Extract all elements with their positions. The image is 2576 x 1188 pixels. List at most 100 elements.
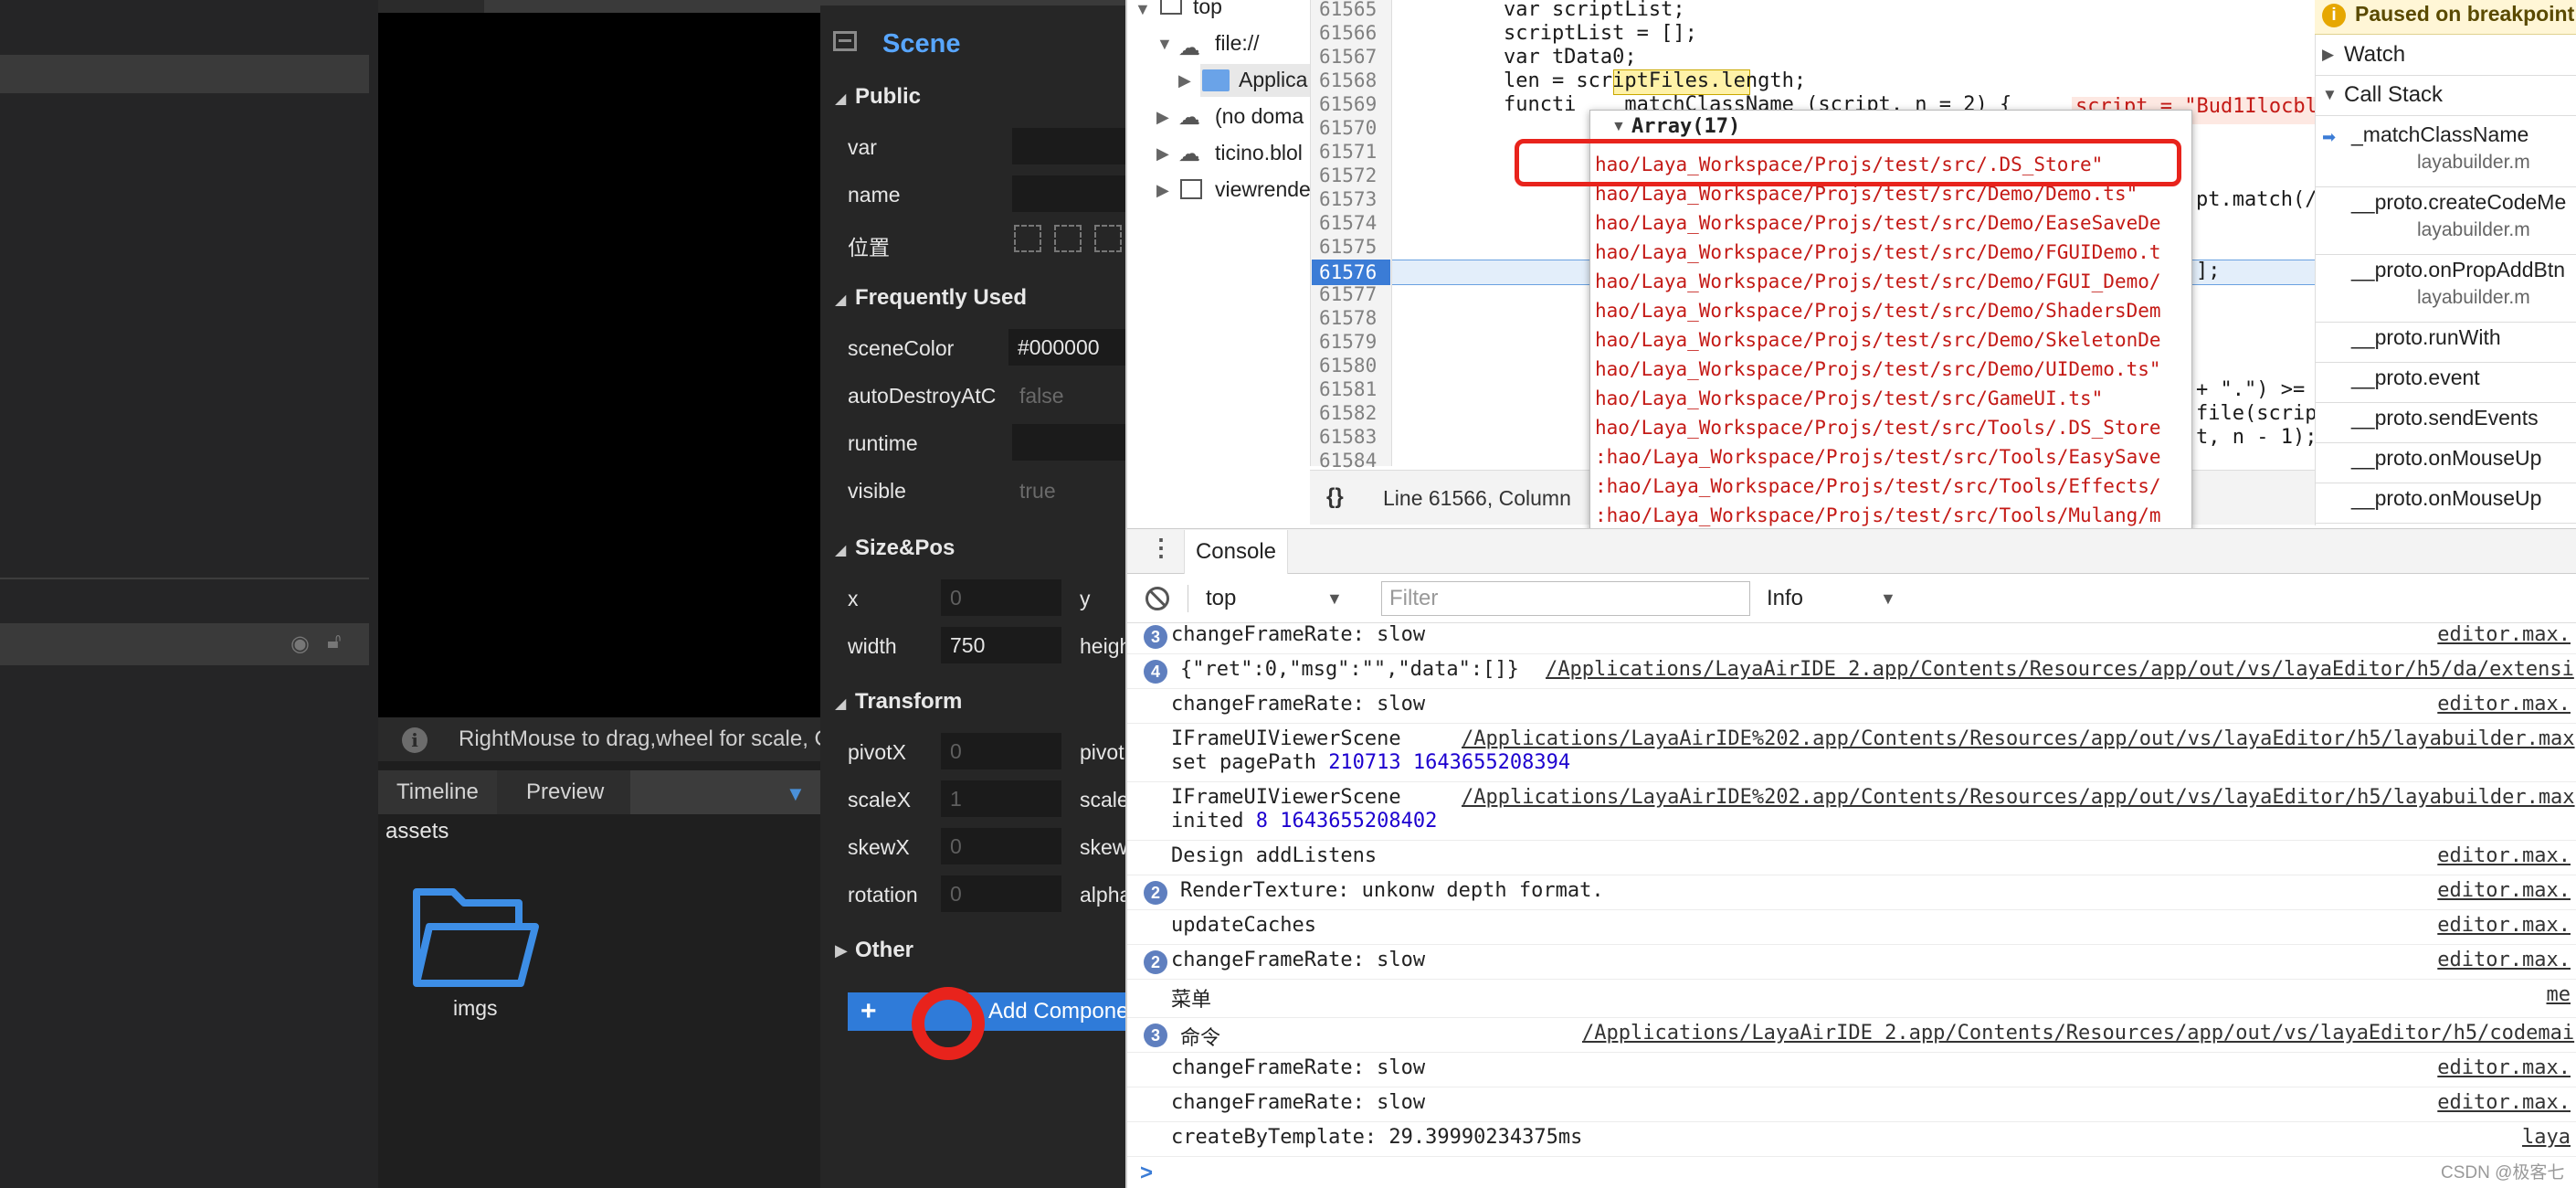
source-link[interactable]: /Applications/LayaAirIDE 2.app/Contents/…	[1546, 658, 2574, 681]
source-link[interactable]: /Applications/LayaAirIDE%202.app/Content…	[1462, 786, 2575, 809]
section-arrow-icon[interactable]: ◢	[835, 695, 846, 713]
array-item[interactable]: hao/Laya_Workspace/Projs/test/src/Demo/S…	[1595, 329, 2161, 351]
line-number[interactable]: 61584	[1319, 450, 1377, 472]
source-link[interactable]: editor.max.	[2437, 844, 2571, 867]
line-number[interactable]: 61566	[1319, 22, 1377, 44]
source-link[interactable]: editor.max.	[2437, 1091, 2571, 1114]
scene-color-field[interactable]: #000000	[1008, 329, 1125, 366]
expand-arrow-icon[interactable]: ▶	[1156, 144, 1169, 164]
line-number[interactable]: 61578	[1319, 307, 1377, 329]
call-frame[interactable]: __proto.onPropAddBtn	[2351, 258, 2565, 282]
more-options-icon[interactable]: ⋮	[1149, 534, 1173, 562]
pretty-print-icon[interactable]: {}	[1326, 484, 1344, 510]
expand-arrow-icon[interactable]: ▶	[1156, 108, 1169, 127]
breakpoint-line-number[interactable]: 61576	[1312, 260, 1390, 285]
name-field[interactable]	[1012, 175, 1125, 212]
line-number[interactable]: 61583	[1319, 426, 1377, 448]
x-field[interactable]: 0	[941, 579, 1061, 616]
tab-console[interactable]: Console	[1184, 530, 1288, 574]
var-field[interactable]	[1012, 128, 1125, 164]
tree-item-file[interactable]: file://	[1215, 31, 1260, 56]
expand-arrow-icon[interactable]: ▶	[1178, 71, 1191, 90]
dropdown-arrow-icon[interactable]: ▼	[1326, 581, 1343, 616]
hierarchy-row-selected[interactable]	[0, 55, 369, 93]
call-frame[interactable]: _matchClassName	[2351, 122, 2528, 147]
section-arrow-icon[interactable]: ◢	[835, 541, 846, 559]
call-frame[interactable]: __proto.event	[2351, 366, 2480, 390]
scene-viewport[interactable]	[378, 0, 820, 717]
align-center-icon[interactable]	[1054, 225, 1082, 252]
source-link[interactable]: me	[2547, 983, 2571, 1006]
array-item[interactable]: hao/Laya_Workspace/Projs/test/src/Demo/E…	[1595, 212, 2161, 234]
dropdown-arrow-icon[interactable]: ▼	[1880, 581, 1896, 616]
expand-arrow-icon[interactable]: ▼	[1611, 119, 1626, 135]
runtime-field[interactable]	[1012, 424, 1125, 461]
console-row[interactable]	[1127, 910, 2576, 945]
line-number[interactable]: 61579	[1319, 331, 1377, 353]
console-row[interactable]	[1127, 980, 2576, 1018]
line-number[interactable]: 61573	[1319, 188, 1377, 210]
expand-arrow-icon[interactable]: ▶	[1156, 181, 1169, 200]
tab-timeline[interactable]: Timeline	[378, 770, 497, 814]
tab-preview[interactable]: Preview	[508, 770, 622, 814]
align-left-icon[interactable]	[1014, 225, 1041, 252]
array-item[interactable]: hao/Laya_Workspace/Projs/test/src/Demo/F…	[1595, 241, 2161, 263]
auto-destroy-value[interactable]: false	[1019, 384, 1064, 408]
tree-item-app[interactable]: Applica	[1239, 68, 1307, 92]
tree-item-top[interactable]: top	[1193, 0, 1222, 19]
tree-item-no-domain[interactable]: (no doma	[1215, 104, 1304, 129]
call-frame[interactable]: __proto.runWith	[2351, 325, 2501, 350]
array-item[interactable]: hao/Laya_Workspace/Projs/test/src/GameUI…	[1595, 387, 2103, 409]
source-link[interactable]: editor.max.	[2437, 623, 2571, 646]
call-frame[interactable]: __proto.createCodeMe	[2351, 190, 2566, 215]
width-field[interactable]: 750	[941, 627, 1061, 663]
line-number[interactable]: 61569	[1319, 93, 1377, 115]
array-item[interactable]: hao/Laya_Workspace/Projs/test/src/Demo/F…	[1595, 270, 2161, 292]
source-link[interactable]: editor.max.	[2437, 949, 2571, 971]
call-frame-file[interactable]: layabuilder.m	[2417, 287, 2530, 309]
section-other[interactable]: Other	[855, 938, 913, 963]
array-item[interactable]: hao/Laya_Workspace/Projs/test/src/Demo/U…	[1595, 358, 2161, 380]
section-arrow-icon[interactable]: ◢	[835, 291, 846, 309]
expand-arrow-icon[interactable]: ▶	[2322, 46, 2334, 64]
array-item[interactable]: :hao/Laya_Workspace/Projs/test/src/Tools…	[1595, 446, 2161, 468]
line-number[interactable]: 61567	[1319, 46, 1377, 68]
rotation-field[interactable]: 0	[941, 875, 1061, 912]
call-frame-file[interactable]: layabuilder.m	[2417, 219, 2530, 241]
call-frame[interactable]: __proto.onMouseUp	[2351, 446, 2541, 471]
lock-icon[interactable]: 🔓︎	[327, 629, 342, 654]
line-number[interactable]: 61568	[1319, 69, 1377, 91]
line-number[interactable]: 61574	[1319, 212, 1377, 234]
call-frame[interactable]: __proto.sendEvents	[2351, 406, 2539, 430]
collapse-icon[interactable]	[833, 31, 857, 51]
skewx-field[interactable]: 0	[941, 828, 1061, 864]
eye-icon[interactable]: ◉	[290, 631, 310, 657]
section-frequently-used[interactable]: Frequently Used	[855, 285, 1027, 311]
source-link[interactable]: editor.max.	[2437, 879, 2571, 902]
dropdown-arrow-icon[interactable]: ▼	[786, 782, 806, 806]
expand-arrow-icon[interactable]: ▼	[1135, 0, 1151, 19]
call-stack-section[interactable]: Call Stack	[2344, 82, 2443, 108]
section-arrow-icon[interactable]: ▶	[835, 941, 848, 960]
visible-value[interactable]: true	[1019, 479, 1056, 504]
console-prompt[interactable]: >	[1140, 1161, 1153, 1186]
tree-item-viewrender[interactable]: viewrende	[1215, 177, 1311, 202]
section-arrow-icon[interactable]: ◢	[835, 90, 846, 108]
array-item[interactable]: :hao/Laya_Workspace/Projs/test/src/Tools…	[1595, 504, 2161, 526]
source-link[interactable]: laya	[2522, 1126, 2571, 1149]
array-item[interactable]: hao/Laya_Workspace/Projs/test/src/Tools/…	[1595, 417, 2161, 439]
expand-arrow-icon[interactable]: ▼	[2322, 86, 2338, 104]
line-number[interactable]: 61570	[1319, 117, 1377, 139]
layer-row[interactable]	[0, 623, 369, 665]
popover-title[interactable]: Array(17)	[1631, 115, 1740, 138]
section-size-pos[interactable]: Size&Pos	[855, 536, 955, 561]
expand-arrow-icon[interactable]: ▼	[1156, 35, 1173, 54]
filter-input[interactable]: Filter	[1381, 581, 1750, 616]
folder-icon[interactable]	[409, 883, 541, 991]
line-number[interactable]: 61571	[1319, 141, 1377, 163]
call-frame[interactable]: __proto.onMouseUp	[2351, 486, 2541, 511]
align-right-icon[interactable]	[1094, 225, 1122, 252]
call-frame-file[interactable]: layabuilder.m	[2417, 152, 2530, 174]
line-number[interactable]: 61575	[1319, 236, 1377, 258]
line-number[interactable]: 61572	[1319, 164, 1377, 186]
